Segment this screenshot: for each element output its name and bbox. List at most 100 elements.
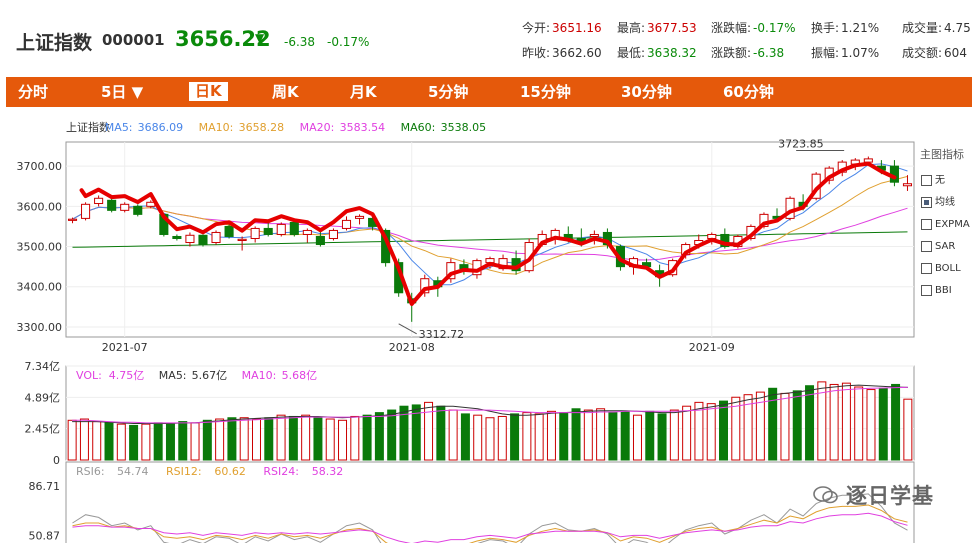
volume-legend-value: 5.67亿 bbox=[192, 369, 228, 382]
indicator-option[interactable]: BOLL bbox=[918, 258, 972, 280]
volume-legend-name: MA10: bbox=[242, 369, 277, 382]
quote-stat-value: 1.21% bbox=[841, 21, 880, 35]
tab-0[interactable]: 分时 bbox=[18, 77, 48, 107]
volume-bar bbox=[165, 423, 175, 461]
quote-stat-label: 今开: bbox=[522, 21, 551, 35]
kline-chart[interactable]: 3700.00 3600.00 3500.00 3400.00 3300.00 2021-… bbox=[0, 110, 972, 543]
indicator-option[interactable]: EXPMA bbox=[918, 214, 972, 236]
quote-stat-value: 604 bbox=[944, 46, 967, 60]
main-legend-value: 3686.09 bbox=[138, 121, 184, 134]
quote-stat: 成交量: 4.75 bbox=[902, 19, 971, 36]
tab-2[interactable]: 日K bbox=[189, 82, 228, 101]
volume-bar bbox=[473, 414, 483, 461]
volume-bar bbox=[645, 410, 655, 461]
tab-3[interactable]: 周K bbox=[272, 77, 299, 107]
candle-body bbox=[302, 229, 312, 235]
tab-7[interactable]: 30分钟 bbox=[621, 77, 672, 107]
checkbox-icon[interactable] bbox=[921, 174, 932, 186]
volume-bar bbox=[522, 412, 532, 461]
checkbox-icon[interactable] bbox=[921, 284, 932, 296]
quote-header: 上证指数 000001 3656.22 ▼ -6.38 -0.17% 今开: 36… bbox=[0, 0, 972, 72]
indicator-option[interactable]: 均线 bbox=[918, 192, 972, 214]
volume-bar bbox=[374, 412, 384, 461]
volume-bar bbox=[878, 387, 888, 461]
quote-stat: 昨收: 3662.60 bbox=[522, 44, 602, 61]
main-legend-value: 3658.28 bbox=[239, 121, 285, 134]
main-y-tick: 3500.00 bbox=[17, 241, 63, 254]
tab-4[interactable]: 月K bbox=[350, 77, 377, 107]
volume-bar bbox=[325, 418, 335, 461]
volume-bar bbox=[841, 382, 851, 461]
indicator-option-label: 无 bbox=[935, 175, 945, 186]
volume-bar bbox=[67, 419, 77, 461]
main-legend-name: MA60: bbox=[401, 121, 436, 134]
candle-body bbox=[315, 235, 325, 246]
indicator-option-label: BBI bbox=[935, 285, 952, 296]
volume-bar bbox=[215, 418, 225, 461]
indicator-option[interactable]: BBI bbox=[918, 280, 972, 302]
high-annotation: 3723.85 bbox=[778, 138, 824, 151]
volume-bar bbox=[780, 392, 790, 461]
volume-y-tick: 0 bbox=[53, 454, 60, 467]
tab-6[interactable]: 15分钟 bbox=[520, 77, 571, 107]
volume-bar bbox=[596, 408, 606, 461]
quote-stat-value: 1.07% bbox=[841, 46, 880, 60]
tab-5[interactable]: 5分钟 bbox=[428, 77, 468, 107]
down-arrow-icon: ▼ bbox=[255, 31, 265, 45]
checkbox-icon[interactable] bbox=[921, 218, 932, 230]
main-y-tick: 3400.00 bbox=[17, 281, 63, 294]
volume-bar bbox=[424, 401, 434, 461]
volume-bar bbox=[129, 424, 139, 461]
volume-bar bbox=[829, 383, 839, 461]
tab-8[interactable]: 60分钟 bbox=[723, 77, 774, 107]
volume-bar bbox=[276, 414, 286, 461]
checkbox-icon[interactable] bbox=[921, 196, 932, 208]
main-legend-value: 3538.05 bbox=[441, 121, 487, 134]
indicator-option-label: 均线 bbox=[935, 197, 955, 208]
rsi-y-tick: 86.71 bbox=[29, 480, 61, 493]
volume-bar bbox=[251, 418, 261, 461]
period-tab-bar: 分时 5日 ▼ 日K 周K 月K 5分钟 15分钟 30分钟 60分钟 bbox=[6, 77, 972, 107]
main-legend-value: 3583.54 bbox=[340, 121, 386, 134]
candle-body bbox=[67, 218, 78, 221]
rsi-legend-value: 58.32 bbox=[312, 465, 344, 478]
volume-bar bbox=[719, 400, 729, 461]
volume-bar bbox=[448, 409, 458, 461]
volume-bar bbox=[497, 415, 507, 461]
quote-stat: 最低: 3638.32 bbox=[617, 44, 697, 61]
indicator-option-label: BOLL bbox=[935, 263, 961, 274]
quote-stat: 振幅: 1.07% bbox=[811, 44, 879, 61]
quote-stat: 换手: 1.21% bbox=[811, 19, 879, 36]
candle-body bbox=[133, 205, 143, 215]
rsi-y-tick: 50.87 bbox=[29, 530, 61, 543]
quote-stat: 今开: 3651.16 bbox=[522, 19, 602, 36]
indicator-option-label: SAR bbox=[935, 241, 956, 252]
rsi-legend-value: 54.74 bbox=[117, 465, 149, 478]
main-y-tick: 3700.00 bbox=[17, 160, 63, 173]
candle-body bbox=[328, 229, 338, 239]
volume-bar bbox=[768, 387, 778, 461]
checkbox-icon[interactable] bbox=[921, 240, 932, 252]
indicator-option[interactable]: SAR bbox=[918, 236, 972, 258]
volume-bar bbox=[546, 410, 556, 461]
candle-body bbox=[107, 199, 117, 211]
volume-legend-name: VOL: bbox=[76, 369, 102, 382]
quote-stat-value: 3677.53 bbox=[647, 21, 697, 35]
candle-body bbox=[198, 234, 208, 246]
candle-body bbox=[237, 238, 247, 242]
candle-body bbox=[224, 225, 234, 237]
volume-bar bbox=[706, 403, 716, 461]
quote-stat-value: -6.38 bbox=[753, 46, 785, 60]
tab-1[interactable]: 5日 ▼ bbox=[101, 77, 143, 107]
volume-bar bbox=[891, 383, 901, 461]
volume-bar bbox=[301, 414, 311, 461]
volume-bar bbox=[669, 409, 679, 461]
volume-bar bbox=[202, 419, 212, 461]
candle-body bbox=[276, 223, 286, 235]
indicator-option[interactable]: 无 bbox=[918, 170, 972, 192]
volume-bar bbox=[694, 401, 704, 461]
checkbox-icon[interactable] bbox=[921, 262, 932, 274]
candle-body bbox=[289, 221, 299, 235]
main-y-tick: 3300.00 bbox=[17, 321, 63, 334]
main-legend-name: MA20: bbox=[300, 121, 335, 134]
